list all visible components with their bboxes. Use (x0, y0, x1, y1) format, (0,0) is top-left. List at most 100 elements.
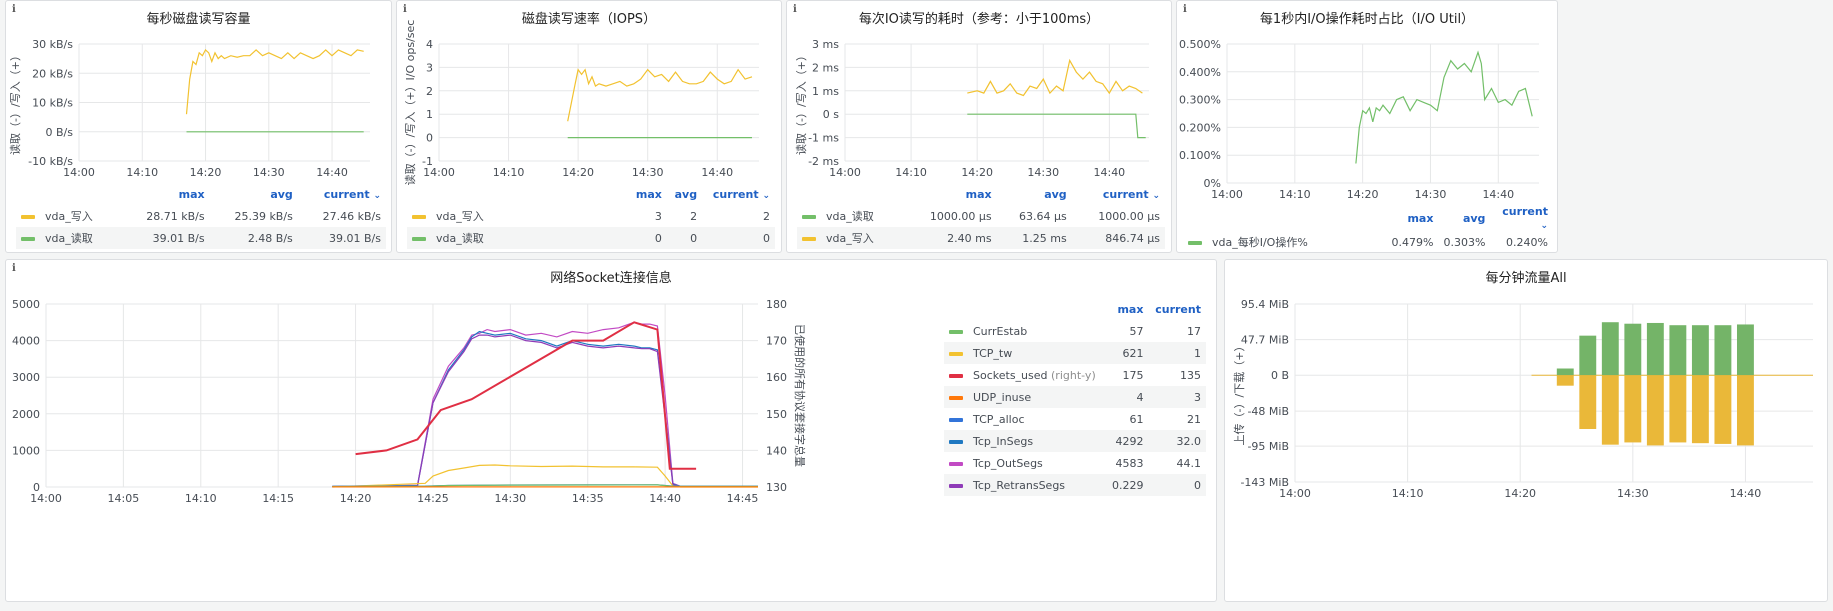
legend-row[interactable]: vda_读取 39.01 B/s 2.48 B/s 39.01 B/s (16, 227, 386, 249)
y2-tick-label: 150 (766, 408, 787, 421)
series-swatch (802, 215, 816, 219)
legend-header-max[interactable]: max (1106, 298, 1149, 320)
legend-row[interactable]: UDP_inuse 43 (944, 386, 1206, 408)
y-tick-label: 3 (426, 61, 433, 74)
legend: max current CurrEstab 57 17 TCP_tw 621 1 Sock… (944, 298, 1206, 496)
legend-row[interactable]: vda_每秒I/O操作% 0.479% 0.303% 0.240% (1183, 231, 1553, 253)
legend-row[interactable]: vda_读取 0 0 0 (407, 227, 775, 249)
io-latency-panel: i 每次IO读写的耗时（参考：小于100ms） 3 ms 2 ms 1 ms 0 s-… (786, 0, 1172, 253)
chevron-down-icon: ⌄ (373, 190, 381, 201)
y-axis-label: 读取（-）/写入（+） (8, 50, 22, 155)
y-tick-label: 0.500% (1179, 38, 1221, 51)
series-swatch (802, 237, 816, 241)
series-line-vda_写入 (567, 68, 753, 122)
download-bar (1691, 325, 1709, 376)
y-tick-label: 10 kB/s (32, 97, 73, 110)
legend-row[interactable]: TCP_tw 621 1 (944, 342, 1206, 364)
y-tick-label: 4000 (12, 335, 40, 348)
disk-throughput-chart: 30 kB/s20 kB/s10 kB/s0 B/s-10 kB/s14:00 1… (8, 38, 370, 179)
legend-row[interactable]: vda_读取 1000.00 μs 63.64 μs 1000.00 μs (797, 205, 1165, 227)
upload-bar (1669, 375, 1687, 443)
legend-header-max[interactable]: max (903, 183, 996, 205)
y-tick-label: 1 ms (812, 85, 839, 98)
y-tick-label: 3 ms (812, 38, 839, 51)
series-swatch (949, 373, 963, 378)
legend-header-max[interactable]: max (1387, 205, 1439, 231)
legend-header-avg[interactable]: avg (667, 183, 702, 205)
upload-bar (1691, 375, 1709, 444)
x-tick-label: 14:15 (262, 492, 294, 505)
legend-row[interactable]: Tcp_OutSegs 4583 44.1 (944, 452, 1206, 474)
x-tick-label: 14:00 (423, 166, 455, 179)
legend-row[interactable]: CurrEstab 57 17 (944, 320, 1206, 342)
series-swatch (949, 439, 963, 444)
chevron-down-icon: ⌄ (1152, 190, 1160, 201)
disk-iops-chart: 43210-114:00 14:10 14:20 14:30 14:40读取（-）/写入… (403, 20, 759, 185)
y2-tick-label: 130 (766, 481, 787, 494)
x-tick-label: 14:45 (727, 492, 759, 505)
x-tick-label: 14:10 (185, 492, 217, 505)
legend-row[interactable]: TCP_alloc 61 21 (944, 408, 1206, 430)
y-tick-label: 4 (426, 38, 433, 51)
socket-chart: 50004000300020001000014:00 14:05 14:10 14:1… (12, 298, 807, 505)
legend-header-avg[interactable]: avg (1438, 205, 1490, 231)
x-tick-label: 14:30 (1027, 166, 1059, 179)
download-bar (1601, 322, 1619, 376)
legend-header-current[interactable]: current ⌄ (298, 183, 386, 205)
y-tick-label: -1 ms (808, 132, 839, 145)
legend-row[interactable]: Sockets_used (right-y) 175 135 (944, 364, 1206, 386)
legend-row[interactable]: vda_写入 3 2 2 (407, 205, 775, 227)
legend-row[interactable]: vda_写入 2.40 ms 1.25 ms 846.74 μs (797, 227, 1165, 249)
series-line-vda_写入 (967, 58, 1143, 97)
y2-tick-label: 140 (766, 444, 787, 457)
disk-iops-panel: i 磁盘读写速率（IOPS） 4 3 2 1 0 -1 14:00 14:10 14:20 14:… (396, 0, 782, 253)
x-tick-label: 14:30 (253, 166, 285, 179)
download-bar (1669, 325, 1687, 376)
x-tick-label: 14:30 (1617, 487, 1649, 500)
x-tick-label: 14:30 (1415, 188, 1447, 201)
y-tick-label: 0.100% (1179, 149, 1221, 162)
legend-header-avg[interactable]: avg (997, 183, 1072, 205)
legend-header-avg[interactable]: avg (210, 183, 298, 205)
legend-row[interactable]: Tcp_InSegs 4292 32.0 (944, 430, 1206, 452)
io-util-panel: i 每1秒内I/O操作耗时占比（I/O Util） 0.500% 0.400% 0.… (1176, 0, 1558, 253)
legend-header-current[interactable]: current ⌄ (1072, 183, 1165, 205)
x-tick-label: 14:20 (1347, 188, 1379, 201)
legend-header-current[interactable]: current ⌄ (702, 183, 775, 205)
legend-row[interactable]: vda_写入 28.71 kB/s 25.39 kB/s 27.46 kB/s (16, 205, 386, 227)
x-tick-label: 14:20 (961, 166, 993, 179)
traffic-panel: 每分钟流量All 95.4 MiB 47.7 MiB 0 B -48 MiB -95 M… (1224, 259, 1828, 602)
x-tick-label: 14:20 (562, 166, 594, 179)
series-line-Sockets_used (355, 321, 697, 470)
y-tick-label: 20 kB/s (32, 67, 73, 80)
x-tick-label: 14:00 (829, 166, 861, 179)
series-swatch (1188, 241, 1202, 245)
series-line-vda_读取 (967, 113, 1146, 139)
y-tick-label: 0 s (823, 108, 839, 121)
legend-header-current[interactable]: current ⌄ (1490, 205, 1553, 231)
x-tick-label: 14:00 (1211, 188, 1243, 201)
x-tick-label: 14:00 (63, 166, 95, 179)
legend-header-max[interactable]: max (121, 183, 209, 205)
y2-tick-label: 170 (766, 335, 787, 348)
x-tick-label: 14:00 (1279, 487, 1311, 500)
series-swatch (949, 461, 963, 466)
y-tick-label: 47.7 MiB (1241, 334, 1289, 347)
download-bar (1646, 322, 1664, 376)
upload-bar (1646, 375, 1664, 446)
x-tick-label: 14:30 (494, 492, 526, 505)
traffic-chart: 95.4 MiB47.7 MiB0 B-48 MiB-95 MiB-143 Mi… (1233, 298, 1813, 500)
legend: max avg current ⌄ vda_读取 1000.00 μs 63.64 μs… (797, 183, 1165, 249)
legend-header-current[interactable]: current (1148, 298, 1206, 320)
y-tick-label: 2 (426, 85, 433, 98)
upload-bar (1601, 375, 1619, 445)
x-tick-label: 14:10 (895, 166, 927, 179)
x-tick-label: 14:10 (493, 166, 525, 179)
download-bar (1714, 325, 1732, 376)
legend-header-max[interactable]: max (628, 183, 667, 205)
y-tick-label: 3000 (12, 371, 40, 384)
upload-bar (1556, 375, 1574, 386)
legend-row[interactable]: Tcp_RetransSegs 0.229 0 (944, 474, 1206, 496)
y2-tick-label: 160 (766, 371, 787, 384)
y-tick-label: 0.400% (1179, 66, 1221, 79)
